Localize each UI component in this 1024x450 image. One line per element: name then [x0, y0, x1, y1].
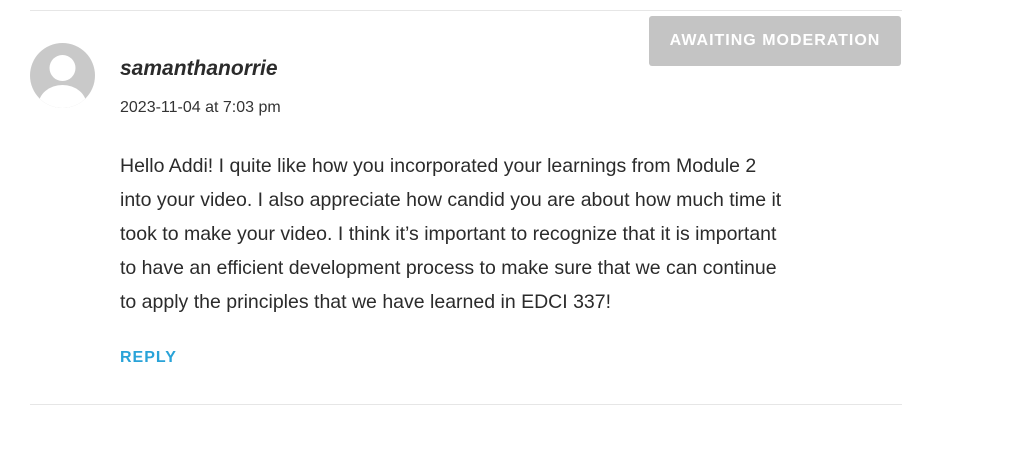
awaiting-moderation-badge: AWAITING MODERATION — [649, 16, 901, 66]
comment-body: Hello Addi! I quite like how you incorpo… — [120, 149, 920, 319]
comment-timestamp: 2023-11-04 at 7:03 pm — [120, 99, 281, 116]
comment-body-line: Hello Addi! I quite like how you incorpo… — [120, 155, 757, 177]
reply-link[interactable]: REPLY — [120, 349, 177, 367]
comment-body-line: to have an efficient development process… — [120, 257, 777, 279]
comment-card: AWAITING MODERATION samanthanorrie 2023-… — [0, 0, 1024, 450]
divider-bottom — [30, 404, 902, 405]
comment-body-line: took to make your video. I think it’s im… — [120, 223, 777, 245]
divider-top — [30, 10, 902, 11]
comment-body-line: into your video. I also appreciate how c… — [120, 189, 782, 211]
comment-body-line: to apply the principles that we have lea… — [120, 291, 612, 313]
comment-author-name: samanthanorrie — [120, 57, 278, 80]
default-user-avatar-icon — [30, 43, 95, 108]
